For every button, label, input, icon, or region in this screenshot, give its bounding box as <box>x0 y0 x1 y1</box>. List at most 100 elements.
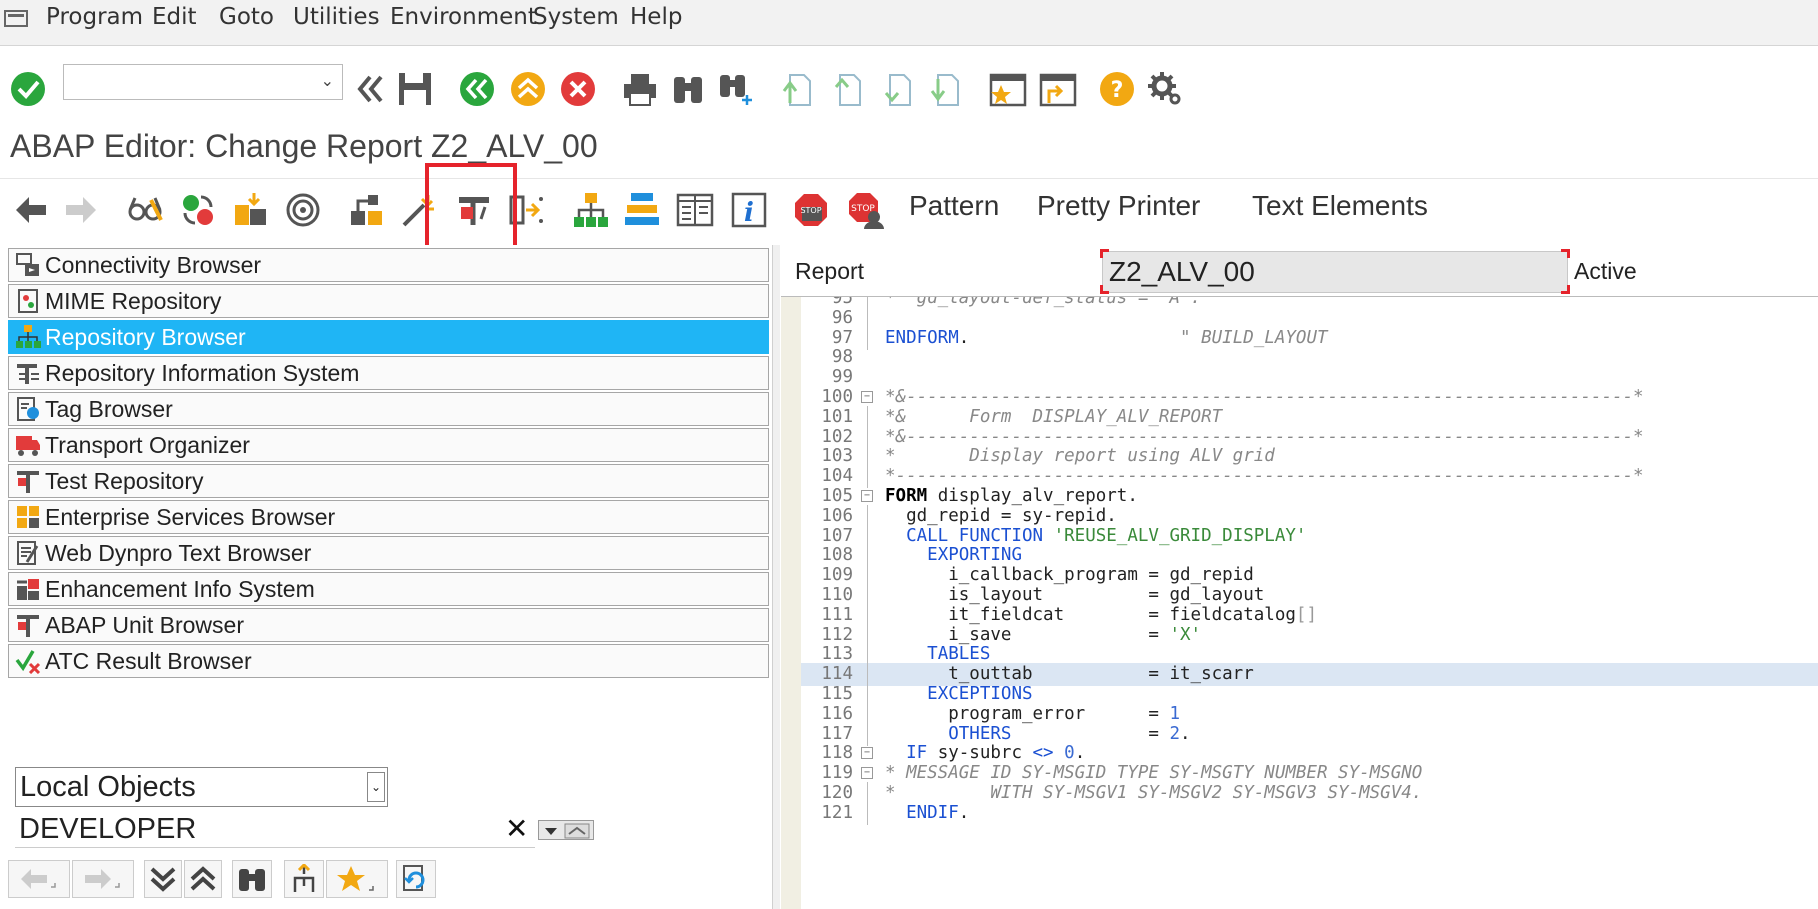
menu-program[interactable]: Program <box>46 4 143 30</box>
nav-item-atc-result-browser[interactable]: ATC Result Browser <box>8 644 769 678</box>
external-breakpoint-icon[interactable]: STOP <box>844 189 886 231</box>
previous-page-icon[interactable] <box>828 69 868 109</box>
forward-arrow-icon[interactable] <box>60 189 102 231</box>
active-inactive-icon[interactable] <box>177 189 219 231</box>
report-status: Active <box>1574 258 1637 284</box>
report-name-value: Z2_ALV_00 <box>1109 256 1255 287</box>
split-screen-icon[interactable] <box>674 189 716 231</box>
collapse-down-icon[interactable] <box>144 860 182 898</box>
outline-icon[interactable] <box>621 189 663 231</box>
nav-back-icon[interactable] <box>8 860 70 898</box>
code-line[interactable]: 121 ENDIF. <box>801 801 1818 825</box>
nav-item-enhancement-info-system[interactable]: Enhancement Info System <box>8 572 769 606</box>
report-name-field[interactable]: Z2_ALV_00 <box>1102 251 1568 293</box>
user-dropdown-button[interactable] <box>538 820 594 840</box>
save-icon[interactable] <box>395 69 435 109</box>
unit-test-icon <box>13 610 43 640</box>
test-icon <box>13 466 43 496</box>
nav-item-repository-browser[interactable]: Repository Browser <box>8 320 769 354</box>
tree-icon[interactable] <box>284 860 324 898</box>
nav-item-label: Enterprise Services Browser <box>45 503 336 530</box>
nav-item-label: Repository Browser <box>45 323 246 350</box>
favorites-star-icon[interactable] <box>326 860 388 898</box>
fold-toggle-icon[interactable]: − <box>861 747 873 760</box>
stop-breakpoint-icon[interactable]: STOP <box>790 189 832 231</box>
menu-environment[interactable]: Environment <box>390 4 537 30</box>
refresh-icon[interactable] <box>396 860 436 898</box>
command-field[interactable]: ⌄ <box>63 64 343 100</box>
menu-edit[interactable]: Edit <box>152 4 197 30</box>
nav-item-label: Repository Information System <box>45 359 360 386</box>
back-icon[interactable] <box>457 69 497 109</box>
print-icon[interactable] <box>620 69 660 109</box>
find-next-icon[interactable] <box>716 69 756 109</box>
menu-utilities[interactable]: Utilities <box>293 4 380 30</box>
truck-icon <box>13 430 43 460</box>
nav-forward-icon[interactable] <box>72 860 134 898</box>
chevron-down-icon[interactable]: ⌄ <box>367 772 385 802</box>
other-object-icon[interactable] <box>230 189 272 231</box>
clear-icon[interactable]: ✕ <box>505 812 528 845</box>
svg-text:i: i <box>744 198 754 228</box>
focus-corner <box>1100 285 1109 294</box>
nav-item-enterprise-services-browser[interactable]: Enterprise Services Browser <box>8 500 769 534</box>
document-edit-icon <box>13 538 43 568</box>
back-arrow-icon[interactable] <box>10 189 52 231</box>
nav-item-transport-organizer[interactable]: Transport Organizer <box>8 428 769 462</box>
next-page-icon[interactable] <box>878 69 918 109</box>
display-change-icon[interactable] <box>125 189 167 231</box>
cancel-icon[interactable] <box>558 69 598 109</box>
where-used-icon[interactable] <box>282 189 324 231</box>
pattern-button[interactable]: Pattern <box>909 190 999 222</box>
page-title: ABAP Editor: Change Report Z2_ALV_00 <box>10 128 598 164</box>
nav-item-label: Transport Organizer <box>45 431 250 458</box>
editor-gutter <box>781 297 801 909</box>
services-icon <box>13 502 43 532</box>
user-input[interactable]: DEVELOPER <box>15 810 535 848</box>
expand-up-icon[interactable] <box>184 860 222 898</box>
enter-icon[interactable] <box>8 69 48 109</box>
menu-goto[interactable]: Goto <box>219 4 274 30</box>
nav-item-mime-repository[interactable]: MIME Repository <box>8 284 769 318</box>
menu-help[interactable]: Help <box>630 4 682 30</box>
nav-item-repository-information-system[interactable]: Repository Information System <box>8 356 769 390</box>
binoculars-icon[interactable] <box>232 860 272 898</box>
chevron-down-icon[interactable]: ⌄ <box>321 71 334 90</box>
nav-item-label: ABAP Unit Browser <box>45 611 244 638</box>
fold-toggle-icon[interactable]: − <box>861 767 873 780</box>
svg-text:STOP: STOP <box>800 206 821 215</box>
nav-item-web-dynpro-text-browser[interactable]: Web Dynpro Text Browser <box>8 536 769 570</box>
nav-item-label: Connectivity Browser <box>45 251 262 278</box>
nav-item-label: Tag Browser <box>45 395 173 422</box>
nav-item-connectivity-browser[interactable]: Connectivity Browser <box>8 248 769 282</box>
code-text: ENDIF. <box>906 802 970 823</box>
nav-item-label: Test Repository <box>45 467 204 494</box>
nav-item-test-repository[interactable]: Test Repository <box>8 464 769 498</box>
help-icon[interactable]: ? <box>1097 69 1137 109</box>
first-page-icon[interactable] <box>778 69 818 109</box>
hierarchy-icon[interactable] <box>570 189 612 231</box>
last-page-icon[interactable] <box>926 69 966 109</box>
exit-icon[interactable] <box>508 69 548 109</box>
enhancement-icon <box>13 574 43 604</box>
panel-splitter[interactable] <box>772 245 780 909</box>
code-editor[interactable]: 95 * gd_layout-def_status = 'A'. 96 97 ENDFO… <box>781 296 1818 909</box>
menu-system[interactable]: System <box>533 4 619 30</box>
object-type-select[interactable]: Local Objects ⌄ <box>15 767 388 807</box>
info-icon[interactable]: i <box>728 189 770 231</box>
fold-toggle-icon[interactable]: − <box>861 490 873 502</box>
back-double-icon[interactable] <box>350 69 390 109</box>
pretty-printer-button[interactable]: Pretty Printer <box>1037 190 1200 222</box>
find-icon[interactable] <box>668 69 708 109</box>
fold-toggle-icon[interactable]: − <box>861 391 873 403</box>
generate-shortcut-icon[interactable] <box>1038 69 1078 109</box>
tag-icon <box>13 394 43 424</box>
focus-corner <box>1100 249 1109 258</box>
system-menu-icon[interactable] <box>4 8 30 30</box>
text-elements-button[interactable]: Text Elements <box>1252 190 1428 222</box>
object-list-icon[interactable] <box>346 189 388 231</box>
nav-item-tag-browser[interactable]: Tag Browser <box>8 392 769 426</box>
create-session-icon[interactable] <box>988 69 1028 109</box>
customize-layout-icon[interactable] <box>1145 69 1185 109</box>
nav-item-abap-unit-browser[interactable]: ABAP Unit Browser <box>8 608 769 642</box>
